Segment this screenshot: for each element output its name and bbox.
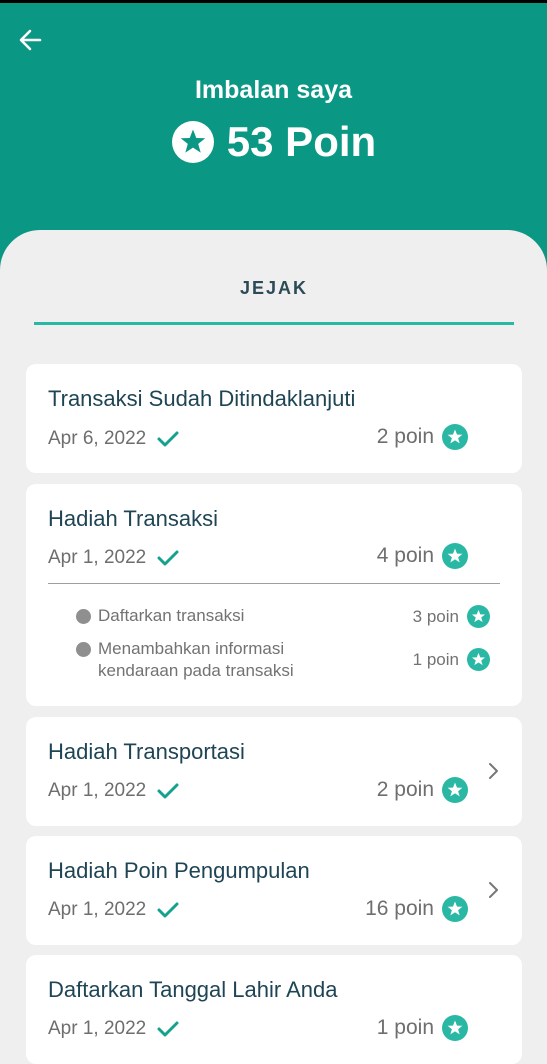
sub-item-points: 3 poin [413, 605, 490, 628]
card-date: Apr 6, 2022 [48, 428, 180, 450]
card-points: 2 poin [377, 777, 468, 803]
card-date: Apr 1, 2022 [48, 1018, 180, 1040]
card-title: Hadiah Poin Pengumpulan [48, 858, 310, 883]
tab-jejak[interactable]: JEJAK [34, 278, 514, 326]
list-item[interactable]: Daftarkan Tanggal Lahir Anda Apr 1, 2022… [26, 955, 522, 1064]
check-icon [157, 902, 179, 918]
points-summary: 53 Poin [0, 118, 547, 166]
date-text: Apr 6, 2022 [48, 428, 147, 449]
card-date: Apr 1, 2022 [48, 780, 180, 802]
sub-item: Menambahkan informasi kendaraan pada tra… [76, 638, 496, 684]
check-icon [157, 550, 179, 566]
points-text: 3 poin [412, 606, 459, 626]
points-text: 1 poin [376, 1016, 434, 1039]
points-text: 2 poin [376, 425, 434, 448]
bullet [76, 609, 91, 624]
card-date: Apr 1, 2022 [48, 547, 180, 569]
divider [48, 583, 500, 584]
sub-item-points: 1 poin [413, 648, 490, 671]
chevron-right-icon [489, 763, 498, 779]
list-item[interactable]: Hadiah Transportasi Apr 1, 2022 2 poin [26, 717, 522, 826]
star-icon [442, 543, 468, 569]
sub-item: Daftarkan transaksi 3 poin [76, 605, 496, 629]
card-points: 4 poin [377, 543, 468, 569]
back-button[interactable] [16, 26, 48, 54]
card-title: Transaksi Sudah Ditindaklanjuti [48, 386, 356, 411]
status-bar-edge [0, 0, 547, 3]
card-points: 1 poin [377, 1015, 468, 1041]
card-title: Hadiah Transportasi [48, 739, 245, 764]
card-points: 16 poin [365, 896, 468, 922]
list-item: Transaksi Sudah Ditindaklanjuti Apr 6, 2… [26, 364, 522, 473]
star-icon [442, 424, 468, 450]
date-text: Apr 1, 2022 [48, 899, 147, 920]
list-item: Hadiah Transaksi Apr 1, 2022 4 poin Daft… [26, 484, 522, 706]
tab-indicator [34, 322, 514, 325]
points-text: 16 poin [365, 897, 434, 920]
list-item[interactable]: Hadiah Poin Pengumpulan Apr 1, 2022 16 p… [26, 836, 522, 945]
card-date: Apr 1, 2022 [48, 899, 180, 921]
check-icon [157, 783, 179, 799]
date-text: Apr 1, 2022 [48, 780, 147, 801]
check-icon [157, 1021, 179, 1037]
card-title: Hadiah Transaksi [48, 506, 218, 531]
page-title: Imbalan saya [194, 76, 353, 104]
card-title: Daftarkan Tanggal Lahir Anda [48, 977, 338, 1002]
star-icon [467, 605, 490, 628]
history-sheet: JEJAK Transaksi Sudah Ditindaklanjuti Ap… [0, 230, 547, 1064]
star-icon [442, 1015, 468, 1041]
star-icon [467, 648, 490, 671]
chevron-right-icon [489, 882, 498, 898]
card-points: 2 poin [377, 424, 468, 450]
star-icon [442, 777, 468, 803]
points-text: 1 poin [412, 649, 459, 669]
star-icon [171, 121, 214, 163]
points-text: 2 poin [376, 778, 434, 801]
date-text: Apr 1, 2022 [48, 547, 147, 568]
sub-item-label: Daftarkan transaksi [98, 606, 245, 625]
points-text: 4 poin [376, 544, 434, 567]
date-text: Apr 1, 2022 [48, 1018, 147, 1039]
bullet [76, 642, 91, 657]
star-icon [442, 896, 468, 922]
sub-item-label: Menambahkan informasi kendaraan pada tra… [98, 639, 294, 680]
check-icon [157, 431, 179, 447]
arrow-left-icon [19, 29, 42, 51]
points-total: 53 Poin [226, 118, 377, 165]
